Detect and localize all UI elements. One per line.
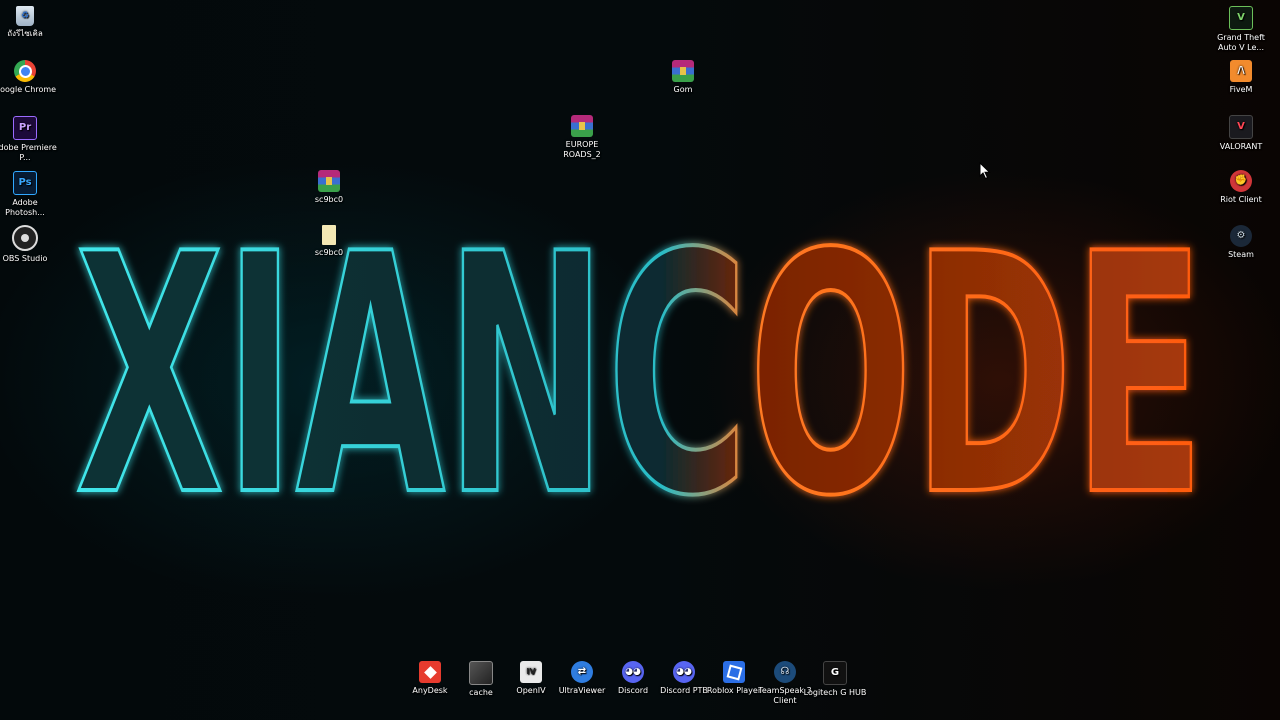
desktop-icon-sc9bc0-file[interactable]: sc9bc0 <box>297 225 361 258</box>
desktop-icon-recycle-bin[interactable]: ♻ ถังรีไซเคิล <box>0 6 57 39</box>
icon-label: Grand Theft Auto V Le... <box>1217 33 1265 52</box>
obs-icon <box>12 225 38 251</box>
wallpaper-title: XIANCODE <box>75 210 1205 520</box>
desktop-icon-gom[interactable]: Gom <box>651 60 715 95</box>
icon-label: Riot Client <box>1220 195 1262 204</box>
desktop-icon-riot-client[interactable]: ✊ Riot Client <box>1209 170 1273 205</box>
recycle-bin-icon: ♻ <box>16 6 34 26</box>
icon-label: Steam <box>1228 250 1254 259</box>
desktop-icon-logitech[interactable]: G Logitech G HUB <box>803 661 867 698</box>
winrar-icon <box>672 60 694 82</box>
icon-label: FiveM <box>1229 85 1253 94</box>
desktop-icon-steam[interactable]: ⚙ Steam <box>1209 225 1273 260</box>
icon-label: sc9bc0 <box>314 195 344 204</box>
icon-label: Google Chrome <box>0 85 57 94</box>
icon-label: Logitech G HUB <box>803 688 867 697</box>
icon-label: Adobe Premiere P... <box>0 143 57 162</box>
icon-label: EUROPE ROADS_2 <box>563 140 601 159</box>
winrar-icon <box>318 170 340 192</box>
desktop-icon-valorant[interactable]: V VALORANT <box>1209 115 1273 152</box>
anydesk-icon <box>419 661 441 683</box>
desktop-icon-photoshop[interactable]: Ps Adobe Photosh... <box>0 171 57 218</box>
desktop-icon-gta-v[interactable]: V Grand Theft Auto V Le... <box>1209 6 1273 53</box>
gta-icon: V <box>1229 6 1253 30</box>
mouse-cursor-icon <box>979 162 991 180</box>
icon-label: OBS Studio <box>2 254 48 263</box>
premiere-icon: Pr <box>13 116 37 140</box>
icon-label: ถังรีไซเคิล <box>7 29 43 38</box>
steam-icon: ⚙ <box>1230 225 1252 247</box>
winrar-icon <box>571 115 593 137</box>
photoshop-icon: Ps <box>13 171 37 195</box>
icon-label: VALORANT <box>1219 142 1263 151</box>
ultraviewer-icon: ⇄ <box>571 661 593 683</box>
riot-icon: ✊ <box>1230 170 1252 192</box>
desktop-icon-chrome[interactable]: Google Chrome <box>0 60 57 95</box>
icon-label: Adobe Photosh... <box>5 198 45 217</box>
discord-icon: ◕◕ <box>673 661 695 683</box>
desktop-icon-sc9bc0-archive[interactable]: sc9bc0 <box>297 170 361 205</box>
image-icon <box>469 661 493 685</box>
chrome-icon <box>14 60 36 82</box>
desktop-icon-premiere[interactable]: Pr Adobe Premiere P... <box>0 116 57 163</box>
teamspeak-icon: ☊ <box>774 661 796 683</box>
valorant-icon: V <box>1229 115 1253 139</box>
file-icon <box>322 225 336 245</box>
desktop-icon-obs[interactable]: OBS Studio <box>0 225 57 264</box>
roblox-icon <box>723 661 745 683</box>
fivem-icon: /\ <box>1230 60 1252 82</box>
icon-label: sc9bc0 <box>314 248 344 257</box>
openiv-icon: IV <box>520 661 542 683</box>
discord-icon: ◕◕ <box>622 661 644 683</box>
desktop-icon-europe-roads[interactable]: EUROPE ROADS_2 <box>550 115 614 160</box>
icon-label: Gom <box>673 85 693 94</box>
desktop-icon-fivem[interactable]: /\ FiveM <box>1209 60 1273 95</box>
wallpaper-logo-text: XIANCODE <box>73 210 1207 520</box>
logitech-icon: G <box>823 661 847 685</box>
